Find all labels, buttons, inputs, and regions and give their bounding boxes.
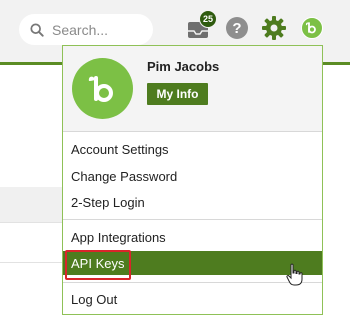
gear-icon[interactable] <box>261 15 287 41</box>
user-name: Pim Jacobs <box>147 59 220 74</box>
profile-section: Pim Jacobs My Info <box>63 46 322 131</box>
help-icon[interactable]: ? <box>226 17 248 39</box>
background-row <box>0 187 64 223</box>
my-info-button[interactable]: My Info <box>147 83 208 105</box>
user-avatar[interactable] <box>301 17 323 39</box>
bamboo-logo-icon <box>88 75 113 102</box>
menu-divider <box>63 219 322 220</box>
search-icon <box>30 22 44 37</box>
background-divider <box>0 262 64 263</box>
search-input[interactable] <box>52 21 147 38</box>
menu-item-log-out[interactable]: Log Out <box>63 287 322 311</box>
bamboo-logo-icon <box>306 22 316 34</box>
menu-divider <box>63 131 322 132</box>
menu-item-app-integrations[interactable]: App Integrations <box>63 225 322 249</box>
notification-badge: 25 <box>199 10 217 28</box>
menu-divider <box>63 282 322 283</box>
hand-cursor-icon <box>286 263 303 286</box>
highlight-annotation <box>65 250 131 280</box>
menu-item-2-step-login[interactable]: 2-Step Login <box>63 190 322 214</box>
profile-avatar <box>72 58 133 119</box>
menu-item-change-password[interactable]: Change Password <box>63 164 322 188</box>
search-box[interactable] <box>19 14 153 45</box>
menu-item-account-settings[interactable]: Account Settings <box>63 137 322 161</box>
